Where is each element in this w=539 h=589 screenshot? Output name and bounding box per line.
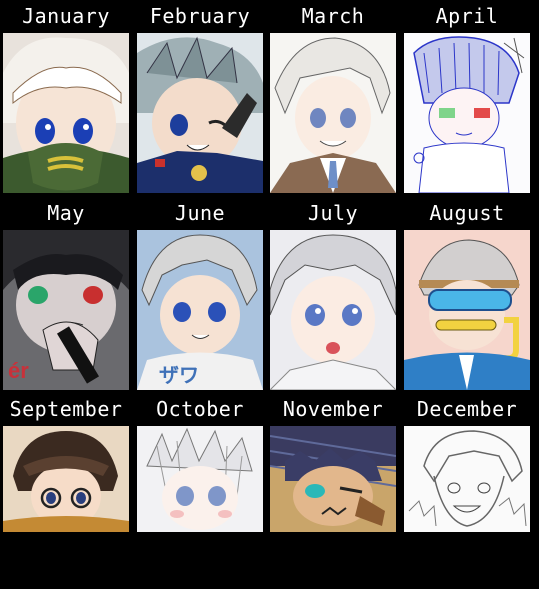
- portrait-april: [404, 33, 530, 193]
- month-tile-december: December: [402, 393, 532, 589]
- portrait-may: ér: [3, 230, 129, 390]
- month-tile-january: January: [1, 0, 131, 196]
- portrait-september: [3, 426, 129, 532]
- month-tile-september: September: [1, 393, 131, 589]
- month-label: August: [429, 201, 505, 225]
- portrait-january: [3, 33, 129, 193]
- month-tile-august: August: [402, 197, 532, 393]
- portrait-march: [270, 33, 396, 193]
- month-label: June: [174, 201, 226, 225]
- month-label: January: [22, 4, 110, 28]
- month-label: July: [307, 201, 359, 225]
- portrait-october: [137, 426, 263, 532]
- portrait-december: [404, 426, 530, 532]
- portrait-february: [137, 33, 263, 193]
- month-label: February: [149, 4, 251, 28]
- month-label: April: [435, 4, 499, 28]
- svg-text:ザワ: ザワ: [159, 364, 199, 387]
- portrait-july: [270, 230, 396, 390]
- month-label: September: [9, 397, 123, 421]
- month-label: May: [47, 201, 85, 225]
- month-label: December: [416, 397, 518, 421]
- portrait-november: [270, 426, 396, 532]
- month-label: November: [282, 397, 384, 421]
- month-tile-november: November: [268, 393, 398, 589]
- month-tile-april: April: [402, 0, 532, 196]
- svg-text:ér: ér: [8, 358, 29, 383]
- month-tile-october: October: [135, 393, 265, 589]
- month-tile-july: July: [268, 197, 398, 393]
- portrait-august: [404, 230, 530, 390]
- portrait-june: ザワ: [137, 230, 263, 390]
- month-label: October: [156, 397, 244, 421]
- month-tile-may: May ér: [1, 197, 131, 393]
- month-tile-march: March: [268, 0, 398, 196]
- month-tile-june: June ザワ: [135, 197, 265, 393]
- month-tile-february: February: [135, 0, 265, 196]
- month-label: March: [301, 4, 365, 28]
